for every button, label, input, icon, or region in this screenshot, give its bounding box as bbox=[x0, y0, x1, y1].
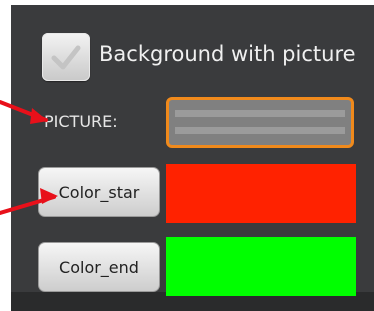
background-picture-checkbox[interactable] bbox=[42, 33, 90, 81]
picture-field[interactable] bbox=[166, 97, 354, 148]
color-end-button[interactable]: Color_end bbox=[38, 242, 160, 292]
checkmark-icon bbox=[51, 45, 81, 70]
color-start-swatch[interactable] bbox=[166, 164, 356, 223]
checkbox-label: Background with picture bbox=[99, 42, 356, 66]
color-start-button[interactable]: Color_star bbox=[38, 167, 160, 217]
picture-label: PICTURE: bbox=[44, 112, 118, 131]
color-end-swatch[interactable] bbox=[166, 237, 356, 296]
